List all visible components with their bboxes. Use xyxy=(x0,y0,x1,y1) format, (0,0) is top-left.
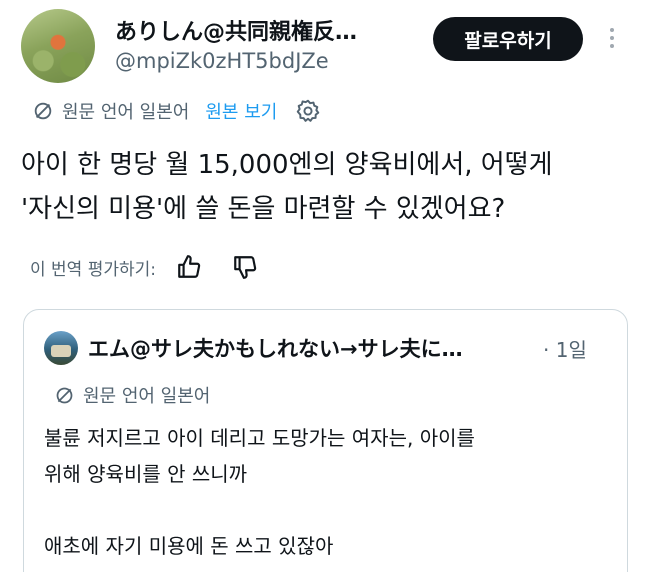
gear-icon[interactable] xyxy=(295,98,321,124)
rate-translation-label: 이 번역 평가하기: xyxy=(30,259,157,280)
quoted-author-name: エム@サレ夫かもしれない→サレ夫に… xyxy=(88,337,463,361)
translation-info: 원문 언어 일본어 원본 보기 xyxy=(32,96,321,126)
thumbs-down-icon[interactable] xyxy=(232,254,258,280)
quoted-blank-line xyxy=(44,492,614,528)
quoted-timestamp: · 1일 xyxy=(543,338,587,362)
rate-translation: 이 번역 평가하기: xyxy=(30,252,258,282)
tweet-line: '자신의 미용'에 쓸 돈을 마련할 수 있겠어요? xyxy=(21,194,506,224)
quoted-tweet-text: 불륜 저지르고 아이 데리고 도망가는 여자는, 아이를 위해 양육비를 안 쓰… xyxy=(44,420,614,564)
translate-icon xyxy=(56,387,73,403)
quoted-line: 불륜 저지르고 아이 데리고 도망가는 여자는, 아이를 xyxy=(44,426,475,450)
source-language-label: 원문 언어 일본어 xyxy=(62,102,190,123)
quoted-author-avatar xyxy=(44,331,78,365)
quoted-tweet-card[interactable]: エム@サレ夫かもしれない→サレ夫に… · 1일 원문 언어 일본어 불륜 저지르… xyxy=(23,309,628,572)
author-handle[interactable]: @mpiZk0zHT5bdJZe xyxy=(115,49,329,73)
more-options-icon[interactable] xyxy=(598,24,626,52)
tweet-line: 아이 한 명당 월 15,000엔의 양육비에서, 어떻게 xyxy=(21,150,553,180)
author-avatar[interactable] xyxy=(21,9,95,83)
show-original-link[interactable]: 원본 보기 xyxy=(205,98,277,124)
thumbs-up-icon[interactable] xyxy=(176,254,202,280)
quoted-source-language: 원문 언어 일본어 xyxy=(83,386,211,407)
tweet-text: 아이 한 명당 월 15,000엔의 양육비에서, 어떻게 '자신의 미용'에 … xyxy=(21,143,631,231)
follow-button[interactable]: 팔로우하기 xyxy=(433,17,583,61)
quoted-line: 위해 양육비를 안 쓰니까 xyxy=(44,462,248,486)
quoted-translation-info: 원문 언어 일본어 xyxy=(54,381,210,409)
author-display-name[interactable]: ありしん@共同親権反… xyxy=(115,14,415,46)
quoted-line: 애초에 자기 미용에 돈 쓰고 있잖아 xyxy=(44,534,334,558)
translate-icon xyxy=(34,102,52,120)
